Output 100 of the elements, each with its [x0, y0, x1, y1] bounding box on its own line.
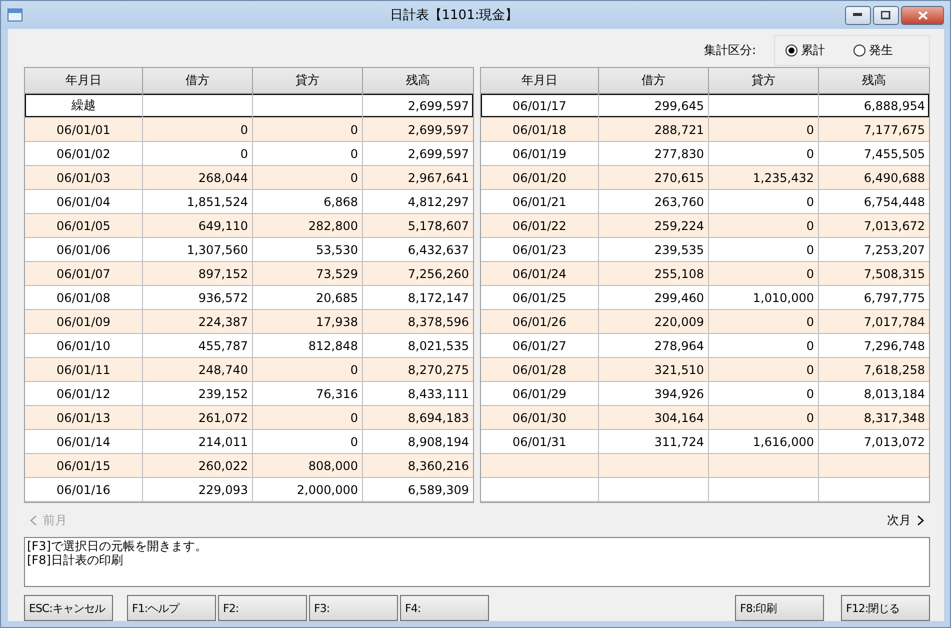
table-cell[interactable]: 260,022 [143, 454, 253, 478]
table-cell[interactable]: 06/01/28 [481, 358, 599, 382]
function-key-button[interactable]: F1:ヘルプ [127, 595, 216, 621]
table-cell[interactable]: 5,178,607 [363, 214, 473, 238]
table-cell[interactable]: 0 [709, 358, 819, 382]
table-cell[interactable]: 0 [709, 238, 819, 262]
table-cell[interactable]: 239,152 [143, 382, 253, 406]
table-cell[interactable]: 263,760 [599, 190, 709, 214]
column-header[interactable]: 借方 [599, 68, 709, 94]
table-cell[interactable] [481, 478, 599, 502]
table-cell[interactable]: 6,888,954 [819, 94, 929, 118]
table-cell[interactable]: 0 [253, 358, 363, 382]
table-cell[interactable]: 0 [709, 214, 819, 238]
table-cell[interactable]: 0 [253, 166, 363, 190]
table-cell[interactable]: 259,224 [599, 214, 709, 238]
table-cell[interactable]: 7,618,258 [819, 358, 929, 382]
table-cell[interactable]: 270,615 [599, 166, 709, 190]
table-cell[interactable]: 7,017,784 [819, 310, 929, 334]
radio-button[interactable] [785, 44, 798, 56]
table-cell[interactable]: 06/01/08 [25, 286, 143, 310]
table-cell[interactable]: 06/01/01 [25, 118, 143, 142]
table-cell[interactable]: 0 [709, 142, 819, 166]
table-cell[interactable] [709, 94, 819, 118]
column-header[interactable]: 残高 [819, 68, 929, 94]
column-header[interactable]: 年月日 [25, 68, 143, 94]
table-cell[interactable]: 06/01/14 [25, 430, 143, 454]
table-cell[interactable]: 06/01/09 [25, 310, 143, 334]
function-key-button[interactable]: F8:印刷 [735, 595, 824, 621]
table-cell[interactable]: 53,530 [253, 238, 363, 262]
function-key-button[interactable]: F12:閉じる [841, 595, 930, 621]
table-cell[interactable]: 06/01/06 [25, 238, 143, 262]
table-cell[interactable]: 76,316 [253, 382, 363, 406]
table-cell[interactable]: 0 [253, 406, 363, 430]
table-cell[interactable]: 8,694,183 [363, 406, 473, 430]
table-cell[interactable]: 229,093 [143, 478, 253, 502]
table-cell[interactable]: 06/01/17 [481, 94, 599, 118]
table-cell[interactable]: 0 [709, 406, 819, 430]
table-cell[interactable] [599, 478, 709, 502]
table-cell[interactable]: 268,044 [143, 166, 253, 190]
table-cell[interactable]: 8,378,596 [363, 310, 473, 334]
table-cell[interactable]: 06/01/05 [25, 214, 143, 238]
table-cell[interactable] [819, 454, 929, 478]
table-cell[interactable]: 06/01/13 [25, 406, 143, 430]
table-cell[interactable]: 7,256,260 [363, 262, 473, 286]
table-cell[interactable]: 261,072 [143, 406, 253, 430]
table-cell[interactable]: 8,360,216 [363, 454, 473, 478]
table-cell[interactable]: 06/01/26 [481, 310, 599, 334]
table-cell[interactable]: 936,572 [143, 286, 253, 310]
table-cell[interactable]: 1,851,524 [143, 190, 253, 214]
table-cell[interactable]: 224,387 [143, 310, 253, 334]
function-key-button[interactable]: F3: [309, 595, 398, 621]
table-cell[interactable]: 288,721 [599, 118, 709, 142]
function-key-button[interactable]: F4: [400, 595, 489, 621]
table-cell[interactable]: 455,787 [143, 334, 253, 358]
table-cell[interactable]: 06/01/18 [481, 118, 599, 142]
table-cell[interactable]: 255,108 [599, 262, 709, 286]
table-cell[interactable]: 0 [143, 142, 253, 166]
table-cell[interactable]: 299,460 [599, 286, 709, 310]
table-cell[interactable]: 7,013,672 [819, 214, 929, 238]
table-cell[interactable]: 06/01/23 [481, 238, 599, 262]
table-cell[interactable]: 7,508,315 [819, 262, 929, 286]
table-cell[interactable]: 0 [143, 118, 253, 142]
table-cell[interactable]: 06/01/21 [481, 190, 599, 214]
function-key-button[interactable]: ESC:キャンセル [24, 595, 113, 621]
table-cell[interactable]: 0 [709, 262, 819, 286]
table-cell[interactable]: 0 [709, 310, 819, 334]
table-cell[interactable]: 812,848 [253, 334, 363, 358]
table-cell[interactable]: 06/01/25 [481, 286, 599, 310]
table-cell[interactable]: 06/01/29 [481, 382, 599, 406]
table-cell[interactable]: 214,011 [143, 430, 253, 454]
table-cell[interactable]: 06/01/02 [25, 142, 143, 166]
table-cell[interactable] [709, 454, 819, 478]
table-cell[interactable]: 299,645 [599, 94, 709, 118]
table-cell[interactable] [709, 478, 819, 502]
table-cell[interactable]: 0 [709, 118, 819, 142]
table-cell[interactable]: 0 [253, 430, 363, 454]
table-cell[interactable] [599, 454, 709, 478]
table-cell[interactable]: 304,164 [599, 406, 709, 430]
table-cell[interactable]: 311,724 [599, 430, 709, 454]
table-cell[interactable]: 239,535 [599, 238, 709, 262]
column-header[interactable]: 貸方 [709, 68, 819, 94]
table-cell[interactable]: 1,307,560 [143, 238, 253, 262]
table-cell[interactable]: 1,010,000 [709, 286, 819, 310]
table-cell[interactable]: 06/01/11 [25, 358, 143, 382]
table-cell[interactable]: 1,235,432 [709, 166, 819, 190]
table-cell[interactable]: 394,926 [599, 382, 709, 406]
column-header[interactable]: 貸方 [253, 68, 363, 94]
table-cell[interactable]: 06/01/30 [481, 406, 599, 430]
table-cell[interactable]: 8,270,275 [363, 358, 473, 382]
table-cell[interactable]: 06/01/07 [25, 262, 143, 286]
table-cell[interactable]: 06/01/03 [25, 166, 143, 190]
next-month-link[interactable]: 次月 [887, 512, 924, 528]
radio-label[interactable]: 発生 [869, 42, 893, 58]
table-cell[interactable]: 06/01/04 [25, 190, 143, 214]
table-cell[interactable]: 0 [253, 142, 363, 166]
table-cell[interactable] [481, 454, 599, 478]
table-cell[interactable]: 06/01/12 [25, 382, 143, 406]
table-cell[interactable]: 649,110 [143, 214, 253, 238]
table-cell[interactable]: 73,529 [253, 262, 363, 286]
table-cell[interactable]: 06/01/31 [481, 430, 599, 454]
